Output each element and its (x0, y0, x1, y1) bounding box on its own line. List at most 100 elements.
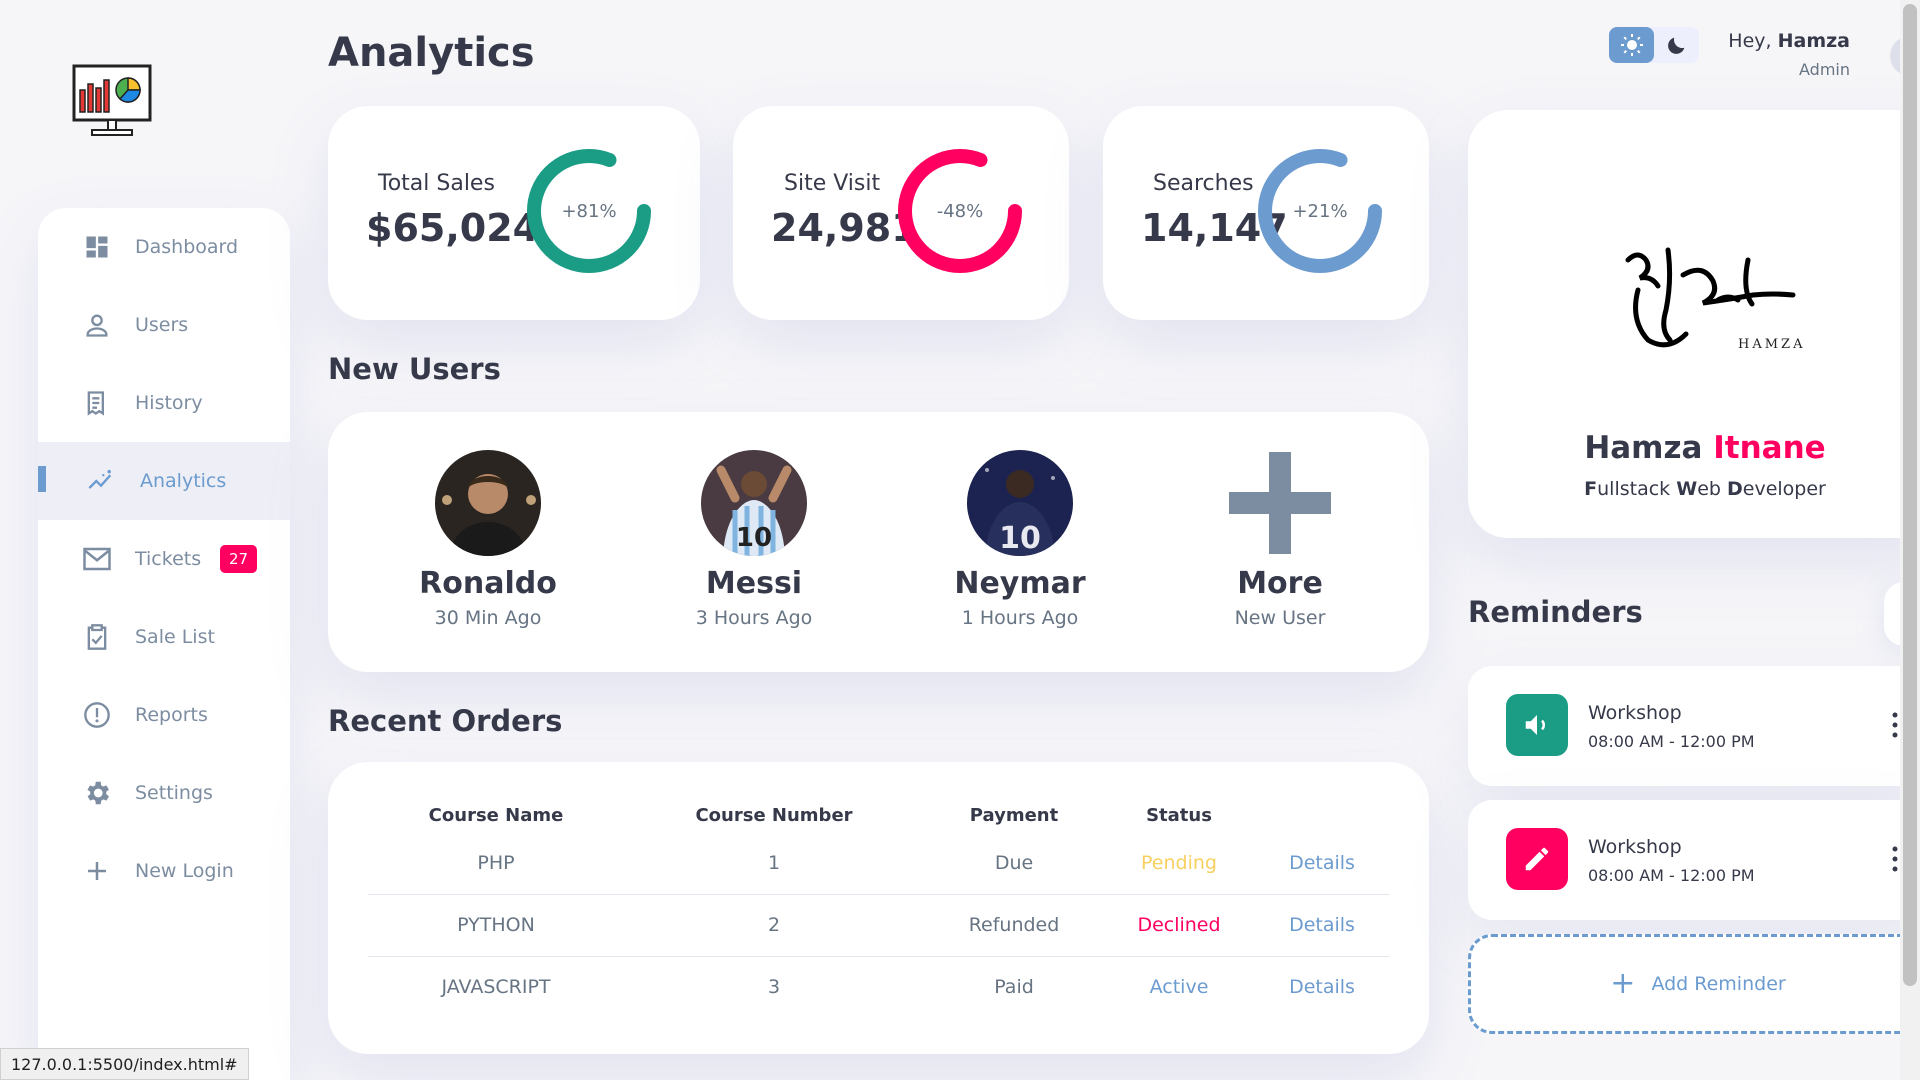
more-vert-icon[interactable] (1892, 846, 1898, 872)
scrollbar-thumb[interactable] (1903, 4, 1917, 986)
sidebar-item-label: Dashboard (135, 236, 239, 258)
table-header-row: Course Name Course Number Payment Status (368, 798, 1390, 832)
profile-card: HAMZA (1468, 110, 1920, 538)
column-header: Status (1146, 804, 1212, 826)
add-reminder-button[interactable]: + Add Reminder (1468, 934, 1920, 1034)
stat-label: Total Sales (378, 171, 495, 196)
column-header: Payment (969, 804, 1059, 826)
details-link[interactable]: Details (1254, 956, 1390, 1018)
details-link[interactable]: Details (1254, 832, 1390, 895)
sidebar-item-dashboard[interactable]: Dashboard (38, 208, 290, 286)
receipt-icon (82, 388, 112, 418)
sidebar-item-sale-list[interactable]: Sale List (38, 598, 290, 676)
gear-icon (82, 778, 112, 808)
insights-icon (86, 466, 116, 496)
role-initial: D (1726, 478, 1743, 500)
role-initial: F (1584, 478, 1598, 500)
profile-name: Hamza Itnane (1470, 430, 1920, 466)
status: Pending (1104, 832, 1254, 895)
sidebar-item-label: Analytics (140, 470, 227, 492)
person-icon (82, 310, 112, 340)
avatar: 10 (701, 450, 807, 556)
status: Declined (1104, 894, 1254, 957)
signature-text: HAMZA (1738, 337, 1805, 352)
user-time: 1 Hours Ago (961, 607, 1079, 629)
table-row: PYTHON 2 Refunded Declined Details (368, 894, 1390, 957)
moon-icon[interactable] (1654, 27, 1699, 63)
stat-progress-ring: +21% (1255, 146, 1385, 276)
reminder-title: Workshop (1588, 702, 1682, 724)
sidebar-item-history[interactable]: History (38, 364, 290, 442)
stat-label: Site Visit (784, 171, 881, 196)
plus-icon (1227, 450, 1333, 556)
reminders-title: Reminders (1468, 595, 1643, 629)
role-part: eb (1697, 478, 1727, 500)
reminder-item[interactable]: Workshop 08:00 AM - 12:00 PM (1468, 666, 1920, 786)
reminder-title: Workshop (1588, 836, 1682, 858)
user-time: New User (1234, 607, 1326, 629)
sidebar-item-users[interactable]: Users (38, 286, 290, 364)
browser-status-url: 127.0.0.1:5500/index.html# (0, 1048, 249, 1080)
sidebar-item-reports[interactable]: Reports (38, 676, 290, 754)
edit-icon (1506, 828, 1568, 890)
sidebar-item-label: Reports (135, 704, 208, 726)
page-scrollbar[interactable] (1900, 0, 1920, 1080)
course-number: 2 (624, 894, 924, 957)
theme-toggle[interactable] (1609, 27, 1699, 63)
greeting-user-name: Hamza (1777, 30, 1850, 52)
sidebar-item-settings[interactable]: Settings (38, 754, 290, 832)
table-row: PHP 1 Due Pending Details (368, 832, 1390, 895)
greeting: Hey, Hamza (1728, 30, 1850, 52)
stat-label: Searches (1153, 171, 1254, 196)
sun-icon[interactable] (1609, 27, 1654, 63)
svg-text:10: 10 (736, 523, 772, 553)
table-row: JAVASCRIPT 3 Paid Active Details (368, 956, 1390, 1018)
sidebar-item-label: New Login (135, 860, 234, 882)
user-name: Neymar (954, 566, 1086, 601)
stat-percentage: -48% (936, 200, 984, 222)
course-name: PHP (368, 832, 624, 895)
sidebar-item-new-login[interactable]: New Login (38, 832, 290, 910)
add-more-users-button[interactable]: More New User (1160, 450, 1400, 629)
stat-card-site-visit: Site Visit 24,981 -48% (733, 106, 1069, 320)
course-name: JAVASCRIPT (441, 976, 551, 999)
mail-icon (82, 544, 112, 574)
reminder-time: 08:00 AM - 12:00 PM (1588, 732, 1755, 751)
grid-icon (82, 232, 112, 262)
stat-progress-ring: -48% (895, 146, 1025, 276)
signature-logo: HAMZA (1625, 247, 1805, 352)
details-link[interactable]: Details (1254, 894, 1390, 957)
avatar: 10 (967, 450, 1073, 556)
plus-icon: + (1610, 966, 1636, 1001)
reminder-time: 08:00 AM - 12:00 PM (1588, 866, 1755, 885)
sidebar-item-tickets[interactable]: Tickets 27 (38, 520, 290, 598)
alert-circle-icon (82, 700, 112, 730)
new-users-title: New Users (328, 352, 501, 386)
page-title: Analytics (328, 30, 535, 76)
user-name: More (1237, 566, 1323, 601)
sidebar-item-analytics[interactable]: Analytics (38, 442, 290, 520)
role-part: ullstack (1597, 478, 1677, 500)
user-item-neymar[interactable]: 10 Neymar 1 Hours Ago (900, 450, 1140, 629)
add-reminder-label: Add Reminder (1651, 973, 1786, 995)
sidebar-item-label: Sale List (135, 626, 215, 648)
profile-first-name: Hamza (1584, 430, 1703, 466)
user-role: Admin (1799, 60, 1850, 79)
user-item-ronaldo[interactable]: Ronaldo 30 Min Ago (368, 450, 608, 629)
more-vert-icon[interactable] (1892, 712, 1898, 738)
role-initial: W (1676, 478, 1698, 500)
payment: Due (924, 832, 1104, 895)
course-name: PYTHON (368, 894, 624, 957)
stat-progress-ring: +81% (524, 146, 654, 276)
column-header: Course Number (695, 804, 853, 826)
stat-card-total-sales: Total Sales $65,024 +81% (328, 106, 700, 320)
sidebar-item-label: Settings (135, 782, 213, 804)
user-time: 30 Min Ago (434, 607, 542, 629)
status: Active (1149, 976, 1209, 999)
stat-percentage: +21% (1292, 200, 1348, 222)
analytics-logo (72, 64, 152, 136)
active-indicator (38, 466, 46, 492)
stat-value: $65,024 (366, 206, 540, 250)
user-item-messi[interactable]: 10 Messi 3 Hours Ago (634, 450, 874, 629)
reminder-item[interactable]: Workshop 08:00 AM - 12:00 PM (1468, 800, 1920, 920)
